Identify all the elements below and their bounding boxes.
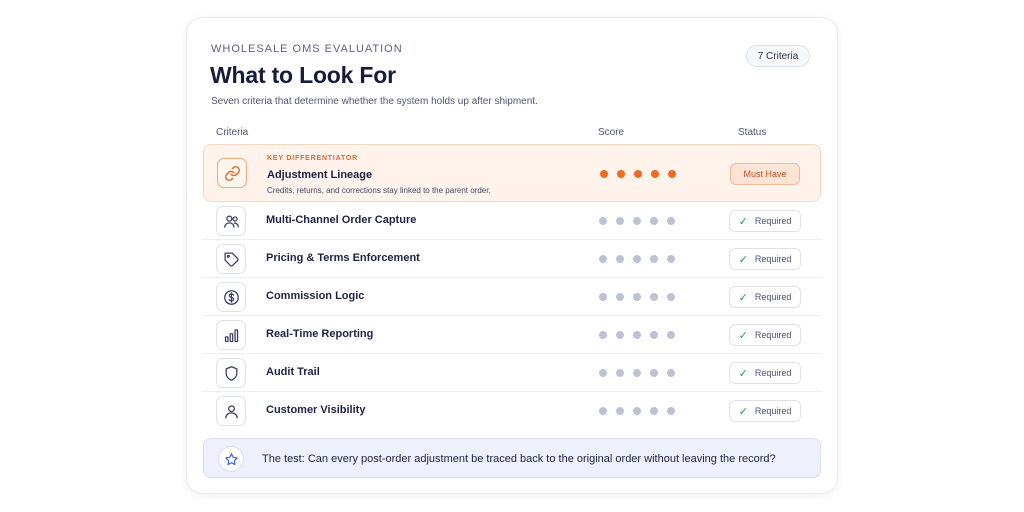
score-dots: [600, 170, 676, 178]
users-icon: [216, 206, 246, 236]
score-dot: [599, 293, 607, 301]
score-dot: [633, 217, 641, 225]
score-dot: [650, 331, 658, 339]
score-dot: [617, 170, 625, 178]
bar-chart-icon: [216, 320, 246, 350]
score-dot: [650, 217, 658, 225]
score-dot: [616, 369, 624, 377]
score-dot: [650, 255, 658, 263]
score-dot: [633, 407, 641, 415]
tag-icon: [216, 244, 246, 274]
criteria-row-adjustment-lineage[interactable]: KEY DIFFERENTIATOR Adjustment Lineage Cr…: [203, 144, 821, 202]
criteria-name: Multi-Channel Order Capture: [266, 214, 417, 226]
criteria-name: Commission Logic: [266, 290, 365, 302]
status-label: Required: [754, 292, 792, 302]
score-dot: [616, 293, 624, 301]
criteria-row-commission-logic[interactable]: Commission Logic ✓ Required: [203, 278, 821, 316]
check-icon: ✓: [738, 405, 748, 418]
score-dot: [600, 170, 608, 178]
column-header-status: Status: [738, 127, 767, 138]
score-dot: [651, 170, 659, 178]
criteria-name: Audit Trail: [266, 366, 320, 378]
score-dot: [633, 293, 641, 301]
status-badge-required: ✓ Required: [729, 210, 801, 232]
score-dot: [616, 255, 624, 263]
user-icon: [216, 396, 246, 426]
score-dot: [599, 369, 607, 377]
score-dot: [667, 407, 675, 415]
check-icon: ✓: [738, 367, 748, 380]
dollar-icon: [216, 282, 246, 312]
score-dot: [667, 331, 675, 339]
criteria-name: Pricing & Terms Enforcement: [266, 252, 420, 264]
check-icon: ✓: [738, 329, 748, 342]
status-badge-required: ✓ Required: [729, 248, 801, 270]
page-subtitle: Seven criteria that determine whether th…: [211, 96, 538, 107]
link-icon: [217, 158, 247, 188]
score-dot: [599, 331, 607, 339]
check-icon: ✓: [738, 253, 748, 266]
test-callout-text: The test: Can every post-order adjustmen…: [262, 453, 776, 465]
criteria-list: KEY DIFFERENTIATOR Adjustment Lineage Cr…: [203, 144, 821, 430]
criteria-row-real-time-reporting[interactable]: Real-Time Reporting ✓ Required: [203, 316, 821, 354]
score-dots: [599, 255, 675, 263]
criteria-name: Real-Time Reporting: [266, 328, 374, 340]
criteria-name: Customer Visibility: [266, 404, 366, 416]
key-differentiator-tag: KEY DIFFERENTIATOR: [267, 155, 359, 162]
status-badge-required: ✓ Required: [729, 400, 801, 422]
status-label: Must Have: [743, 169, 787, 179]
shield-icon: [216, 358, 246, 388]
score-dot: [616, 217, 624, 225]
criteria-description: Credits, returns, and corrections stay l…: [267, 186, 491, 195]
status-label: Required: [754, 406, 792, 416]
status-label: Required: [754, 368, 792, 378]
score-dot: [634, 170, 642, 178]
score-dot: [667, 217, 675, 225]
score-dot: [650, 407, 658, 415]
score-dot: [633, 369, 641, 377]
criteria-count-badge: 7 Criteria: [746, 45, 810, 67]
check-icon: ✓: [738, 291, 748, 304]
criteria-row-multi-channel[interactable]: Multi-Channel Order Capture ✓ Required: [203, 202, 821, 240]
score-dot: [650, 293, 658, 301]
score-dot: [599, 407, 607, 415]
score-dots: [599, 331, 675, 339]
score-dots: [599, 369, 675, 377]
score-dots: [599, 407, 675, 415]
star-icon: [218, 446, 244, 472]
score-dots: [599, 293, 675, 301]
score-dot: [667, 293, 675, 301]
score-dot: [599, 255, 607, 263]
score-dots: [599, 217, 675, 225]
status-label: Required: [754, 254, 792, 264]
status-badge-required: ✓ Required: [729, 362, 801, 384]
score-dot: [668, 170, 676, 178]
column-header-score: Score: [598, 127, 625, 138]
score-dot: [667, 255, 675, 263]
status-label: Required: [754, 330, 792, 340]
evaluation-card: WHOLESALE OMS EVALUATION What to Look Fo…: [186, 17, 838, 494]
column-header-criteria: Criteria: [216, 127, 249, 138]
eyebrow: WHOLESALE OMS EVALUATION: [211, 43, 403, 55]
score-dot: [650, 369, 658, 377]
criteria-row-pricing-terms[interactable]: Pricing & Terms Enforcement ✓ Required: [203, 240, 821, 278]
criteria-name: Adjustment Lineage: [267, 169, 373, 181]
status-badge-required: ✓ Required: [729, 324, 801, 346]
criteria-row-audit-trail[interactable]: Audit Trail ✓ Required: [203, 354, 821, 392]
criteria-row-customer-visibility[interactable]: Customer Visibility ✓ Required: [203, 392, 821, 430]
score-dot: [616, 331, 624, 339]
score-dot: [616, 407, 624, 415]
score-dot: [633, 255, 641, 263]
test-callout: The test: Can every post-order adjustmen…: [203, 438, 821, 478]
check-icon: ✓: [738, 215, 748, 228]
page-title: What to Look For: [210, 62, 396, 88]
score-dot: [633, 331, 641, 339]
score-dot: [599, 217, 607, 225]
status-label: Required: [754, 216, 792, 226]
status-badge-required: ✓ Required: [729, 286, 801, 308]
status-badge-must-have: Must Have: [730, 163, 800, 185]
score-dot: [667, 369, 675, 377]
